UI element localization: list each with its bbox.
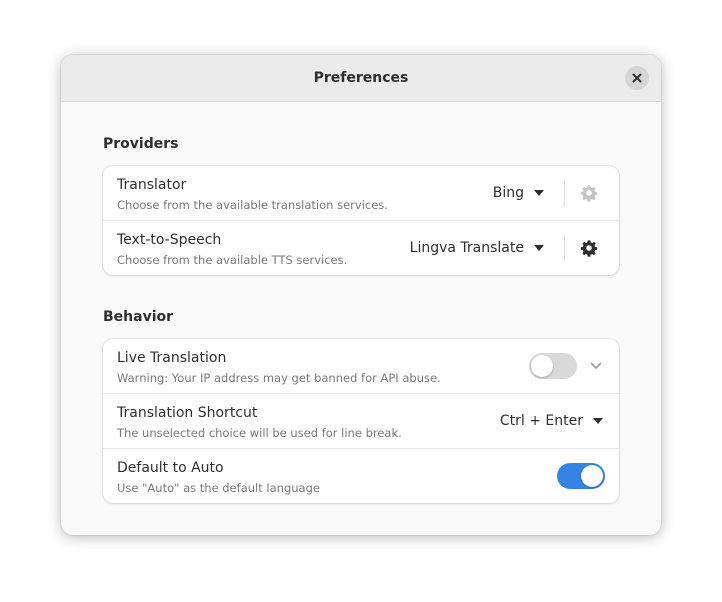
translator-row: Translator Choose from the available tra… [103,166,619,221]
close-button[interactable] [625,66,649,90]
tts-selected: Lingva Translate [409,240,524,256]
live-translation-subtitle: Warning: Your IP address may get banned … [117,371,441,385]
translation-shortcut-row: Translation Shortcut The unselected choi… [103,394,619,449]
switch-knob [581,465,603,487]
header-bar: Preferences [61,55,661,102]
translation-shortcut-selected: Ctrl + Enter [499,413,583,429]
providers-card: Translator Choose from the available tra… [103,166,619,275]
providers-heading: Providers [103,136,179,152]
translator-title: Translator [117,177,187,193]
divider [564,180,565,206]
default-to-auto-switch[interactable] [557,463,605,489]
divider [564,235,565,261]
chevron-down-icon[interactable] [590,361,602,371]
switch-knob [531,355,553,377]
tts-subtitle: Choose from the available TTS services. [117,253,348,267]
tts-dropdown[interactable]: Lingva Translate [410,221,544,275]
dropdown-arrow-icon [593,418,603,424]
dropdown-arrow-icon [534,190,544,196]
close-icon [632,73,642,83]
gear-icon[interactable] [580,184,598,202]
window-title: Preferences [313,70,409,86]
translation-shortcut-dropdown[interactable]: Ctrl + Enter [500,394,603,448]
default-to-auto-subtitle: Use "Auto" as the default language [117,481,320,495]
preferences-window: Preferences Providers Translator Choose … [61,55,661,535]
live-translation-row[interactable]: Live Translation Warning: Your IP addres… [103,339,619,394]
translator-dropdown[interactable]: Bing [493,166,544,220]
behavior-heading: Behavior [103,309,174,325]
translation-shortcut-subtitle: The unselected choice will be used for l… [117,426,402,440]
tts-title: Text-to-Speech [117,232,222,248]
default-to-auto-title: Default to Auto [117,460,224,476]
tts-row: Text-to-Speech Choose from the available… [103,221,619,275]
translation-shortcut-title: Translation Shortcut [117,405,258,421]
translator-subtitle: Choose from the available translation se… [117,198,388,212]
dropdown-arrow-icon [534,245,544,251]
live-translation-switch[interactable] [529,353,577,379]
translator-selected: Bing [492,185,524,201]
default-to-auto-row[interactable]: Default to Auto Use "Auto" as the defaul… [103,449,619,503]
gear-icon[interactable] [580,239,598,257]
live-translation-title: Live Translation [117,350,227,366]
behavior-card: Live Translation Warning: Your IP addres… [103,339,619,503]
